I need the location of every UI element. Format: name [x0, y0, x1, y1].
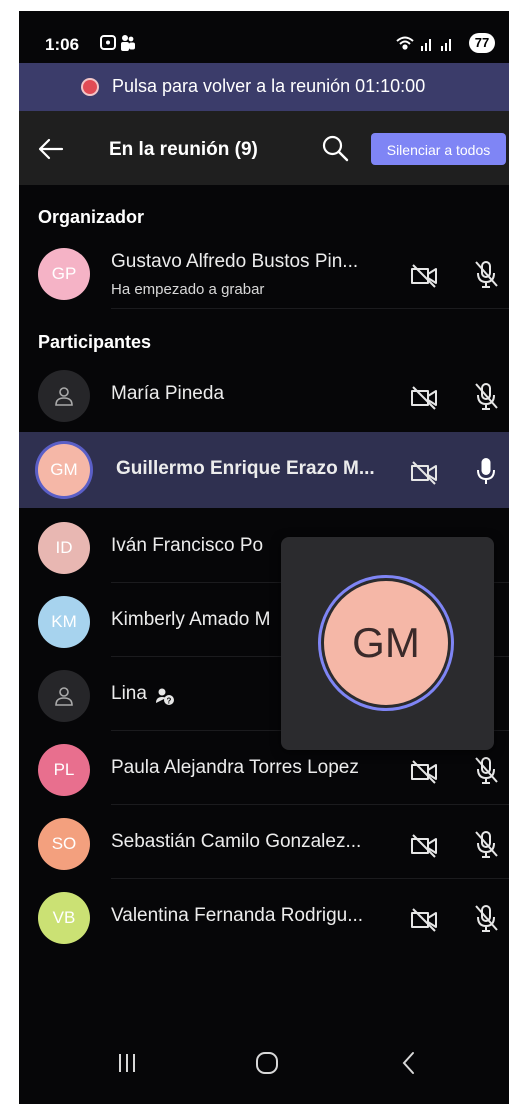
phone-screen: 1:06 77 Pulsa para volver a la reunión 0…: [19, 11, 509, 1104]
popup-avatar: GM: [324, 581, 448, 705]
status-time: 1:06: [45, 35, 80, 54]
battery-indicator: 77: [469, 33, 495, 53]
avatar: SO: [38, 818, 90, 870]
section-participants: Participantes: [38, 332, 152, 352]
signal-icons: [395, 36, 451, 51]
camera-off-icon: [411, 264, 437, 288]
mic-off-icon: [475, 261, 498, 288]
status-left-icons: [100, 35, 135, 51]
participant-row-speaking[interactable]: GM Guillermo Enrique Erazo M...: [19, 432, 509, 508]
participant-name: María Pineda: [111, 383, 225, 404]
participant-name: Valentina Fernanda Rodrigu...: [111, 905, 364, 926]
participant-name: Gustavo Alfredo Bustos Pin...: [111, 251, 359, 272]
section-organizer: Organizador: [38, 207, 145, 227]
mic-off-icon: [475, 831, 498, 858]
participant-name: Kimberly Amado M: [111, 609, 271, 630]
teams-icon: [121, 35, 135, 51]
participant-name: Iván Francisco Po: [111, 535, 264, 556]
back-nav-icon[interactable]: [391, 1045, 427, 1081]
camera-off-icon: [411, 760, 437, 784]
participant-name: Lina: [111, 683, 147, 704]
avatar: GM: [38, 444, 90, 496]
mute-all-button[interactable]: Silenciar a todos: [371, 133, 506, 165]
return-to-meeting-banner[interactable]: Pulsa para volver a la reunión 01:10:00: [19, 63, 509, 111]
svg-text:?: ?: [167, 697, 172, 706]
mic-off-icon: [475, 905, 498, 932]
participant-row[interactable]: SO Sebastián Camilo Gonzalez...: [19, 805, 509, 879]
home-icon[interactable]: [249, 1045, 285, 1081]
system-nav-bar: [19, 1027, 509, 1104]
status-right: 77: [395, 33, 495, 55]
participant-row[interactable]: María Pineda: [19, 357, 509, 431]
participant-name: Guillermo Enrique Erazo M...: [116, 458, 375, 479]
recent-apps-icon[interactable]: [109, 1045, 145, 1081]
signal-icon: [440, 39, 451, 51]
person-icon: [38, 370, 90, 422]
camera-off-icon: [411, 386, 437, 410]
signal-icon: [420, 39, 431, 51]
page-title: En la reunión (9): [109, 139, 258, 160]
header: En la reunión (9) Silenciar a todos: [19, 111, 509, 185]
recording-dot-icon: [83, 80, 97, 94]
avatar: KM: [38, 596, 90, 648]
organizer-row[interactable]: GP Gustavo Alfredo Bustos Pin... Ha empe…: [19, 235, 509, 309]
avatar: ID: [38, 522, 90, 574]
mic-off-icon: [475, 383, 498, 410]
camera-off-icon: [411, 908, 437, 932]
divider: [111, 308, 509, 309]
avatar: GP: [38, 248, 90, 300]
mic-off-icon: [475, 757, 498, 784]
status-bar: 1:06 77: [19, 11, 509, 63]
banner-text: Pulsa para volver a la reunión 01:10:00: [112, 76, 426, 96]
participant-status: Ha empezado a grabar: [111, 281, 265, 298]
avatar: VB: [38, 892, 90, 944]
avatar: PL: [38, 744, 90, 796]
camera-off-icon: [411, 461, 437, 485]
participant-row[interactable]: VB Valentina Fernanda Rodrigu...: [19, 879, 509, 953]
participant-name: Sebastián Camilo Gonzalez...: [111, 831, 362, 852]
search-icon[interactable]: [321, 134, 349, 162]
participant-name: Paula Alejandra Torres Lopez: [111, 757, 359, 778]
person-icon: [38, 670, 90, 722]
floating-video-popup[interactable]: GM: [281, 537, 494, 750]
wifi-icon: [395, 36, 414, 50]
back-arrow-icon[interactable]: [37, 135, 65, 163]
mic-on-icon: [477, 458, 495, 484]
camera-off-icon: [411, 834, 437, 858]
guest-icon: ?: [156, 688, 174, 706]
